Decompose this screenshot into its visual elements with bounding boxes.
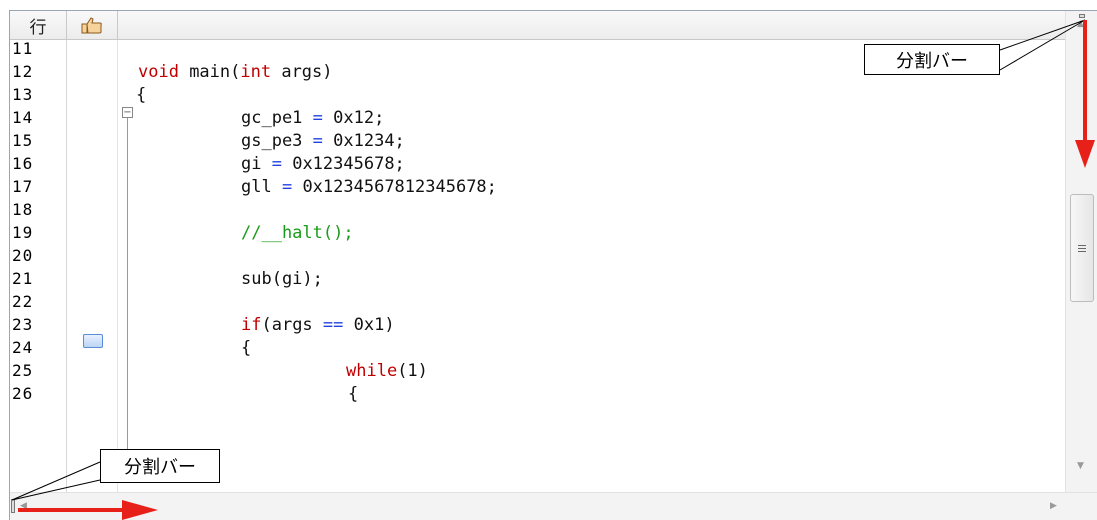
split-bar-callout-top: 分割バー bbox=[864, 44, 1000, 75]
callout-pointer-line bbox=[11, 479, 101, 501]
annotation-overlay bbox=[11, 19, 1095, 520]
down-arrow-icon bbox=[1075, 140, 1095, 168]
right-arrow-icon bbox=[122, 500, 158, 520]
split-bar-callout-bottom: 分割バー bbox=[100, 449, 220, 483]
callout-pointer-line bbox=[11, 461, 101, 501]
